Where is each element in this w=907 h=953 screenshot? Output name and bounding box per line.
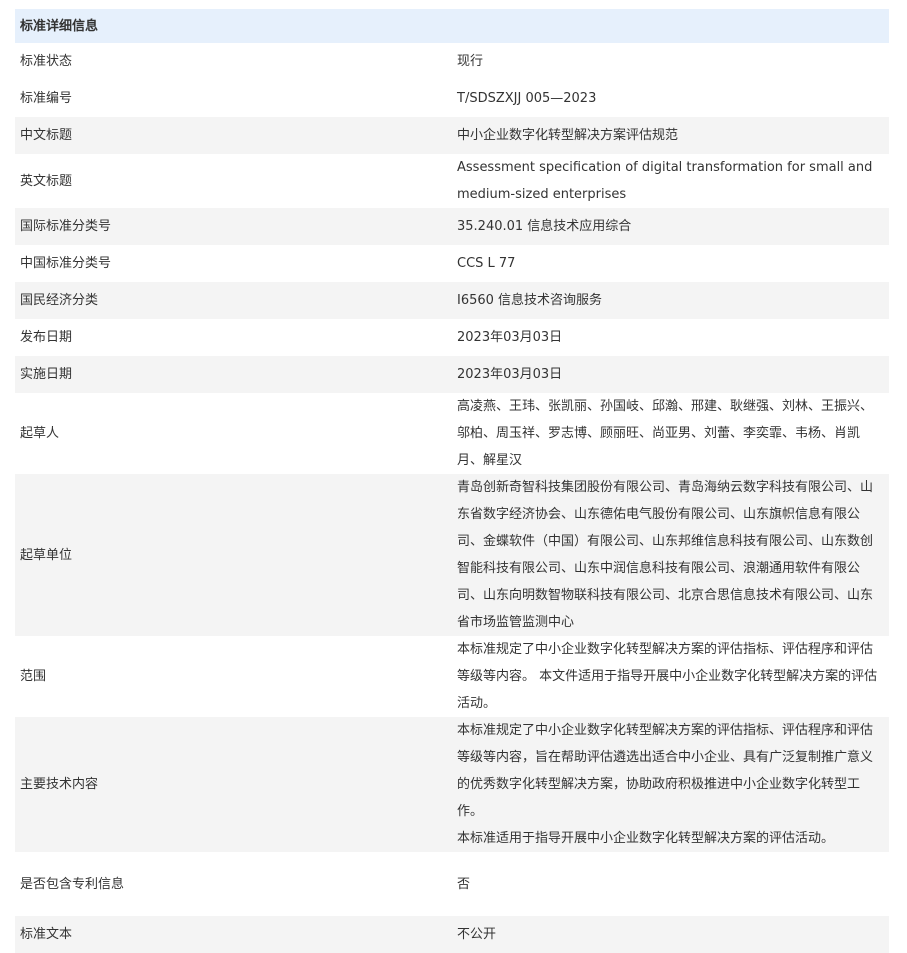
row-standard-number: 标准编号 T/SDSZXJJ 005—2023 — [15, 80, 889, 117]
row-value: I6560 信息技术咨询服务 — [452, 282, 889, 319]
row-publish-date: 发布日期 2023年03月03日 — [15, 319, 889, 356]
row-ccs: 中国标准分类号 CCS L 77 — [15, 245, 889, 282]
row-value: 现行 — [457, 54, 484, 69]
main-content-paragraph-1: 本标准规定了中小企业数字化转型解决方案的评估指标、评估程序和评估等级等内容，旨在… — [457, 723, 874, 819]
row-label: 起草人 — [20, 426, 60, 441]
row-effective-date: 实施日期 2023年03月03日 — [15, 356, 889, 393]
row-label: 标准状态 — [20, 54, 73, 69]
row-label: 标准编号 — [20, 91, 73, 106]
row-chinese-title: 中文标题 中小企业数字化转型解决方案评估规范 — [15, 117, 889, 154]
standard-detail-panel: 标准详细信息 标准状态 现行 标准编号 T/SDSZXJJ 005—2023 中… — [15, 9, 889, 953]
panel-title: 标准详细信息 — [15, 9, 889, 43]
row-label: 英文标题 — [20, 173, 73, 189]
row-ics: 国际标准分类号 35.240.01 信息技术应用综合 — [15, 208, 889, 245]
row-value: 本标准规定了中小企业数字化转型解决方案的评估指标、评估程序和评估等级等内容。 本… — [457, 642, 878, 711]
row-value: 中小企业数字化转型解决方案评估规范 — [452, 117, 889, 154]
row-label: 国际标准分类号 — [15, 208, 452, 245]
row-value: 2023年03月03日 — [452, 356, 889, 393]
row-value: 青岛创新奇智科技集团股份有限公司、青岛海纳云数字科技有限公司、山东省数字经济协会… — [452, 474, 889, 636]
row-patent-info: 是否包含专利信息 否 — [15, 852, 889, 916]
row-label: 范围 — [20, 669, 47, 684]
row-main-content: 主要技术内容 本标准规定了中小企业数字化转型解决方案的评估指标、评估程序和评估等… — [15, 717, 889, 852]
row-status: 标准状态 现行 — [15, 43, 889, 80]
row-label: 起草单位 — [15, 474, 452, 636]
row-english-title: 英文标题 Assessment specification of digital… — [15, 154, 889, 208]
row-value: 35.240.01 信息技术应用综合 — [452, 208, 889, 245]
row-value: 否 — [457, 876, 471, 892]
main-content-paragraph-2: 本标准适用于指导开展中小企业数字化转型解决方案的评估活动。 — [457, 831, 835, 846]
row-value: 本标准规定了中小企业数字化转型解决方案的评估指标、评估程序和评估等级等内容，旨在… — [452, 717, 889, 852]
row-label: 标准文本 — [15, 916, 452, 953]
table-header-row: 标准详细信息 — [15, 9, 889, 43]
row-value: CCS L 77 — [457, 256, 516, 271]
row-economic-class: 国民经济分类 I6560 信息技术咨询服务 — [15, 282, 889, 319]
row-drafting-units: 起草单位 青岛创新奇智科技集团股份有限公司、青岛海纳云数字科技有限公司、山东省数… — [15, 474, 889, 636]
row-label: 发布日期 — [20, 330, 73, 345]
row-standard-text: 标准文本 不公开 — [15, 916, 889, 953]
row-value: 2023年03月03日 — [457, 330, 563, 345]
row-label: 国民经济分类 — [15, 282, 452, 319]
row-label: 主要技术内容 — [15, 717, 452, 852]
row-label: 中文标题 — [15, 117, 452, 154]
row-label: 是否包含专利信息 — [20, 876, 125, 892]
row-value: 高凌燕、王玮、张凯丽、孙国岐、邱瀚、邢建、耿继强、刘林、王振兴、邬柏、周玉祥、罗… — [457, 399, 874, 468]
row-drafters: 起草人 高凌燕、王玮、张凯丽、孙国岐、邱瀚、邢建、耿继强、刘林、王振兴、邬柏、周… — [15, 393, 889, 474]
row-value: T/SDSZXJJ 005—2023 — [457, 91, 597, 106]
row-label: 实施日期 — [15, 356, 452, 393]
row-value: 不公开 — [452, 916, 889, 953]
standard-detail-table: 标准详细信息 标准状态 现行 标准编号 T/SDSZXJJ 005—2023 中… — [15, 9, 889, 953]
row-label: 中国标准分类号 — [20, 256, 112, 271]
row-scope: 范围 本标准规定了中小企业数字化转型解决方案的评估指标、评估程序和评估等级等内容… — [15, 636, 889, 717]
row-value: Assessment specification of digital tran… — [457, 160, 873, 202]
